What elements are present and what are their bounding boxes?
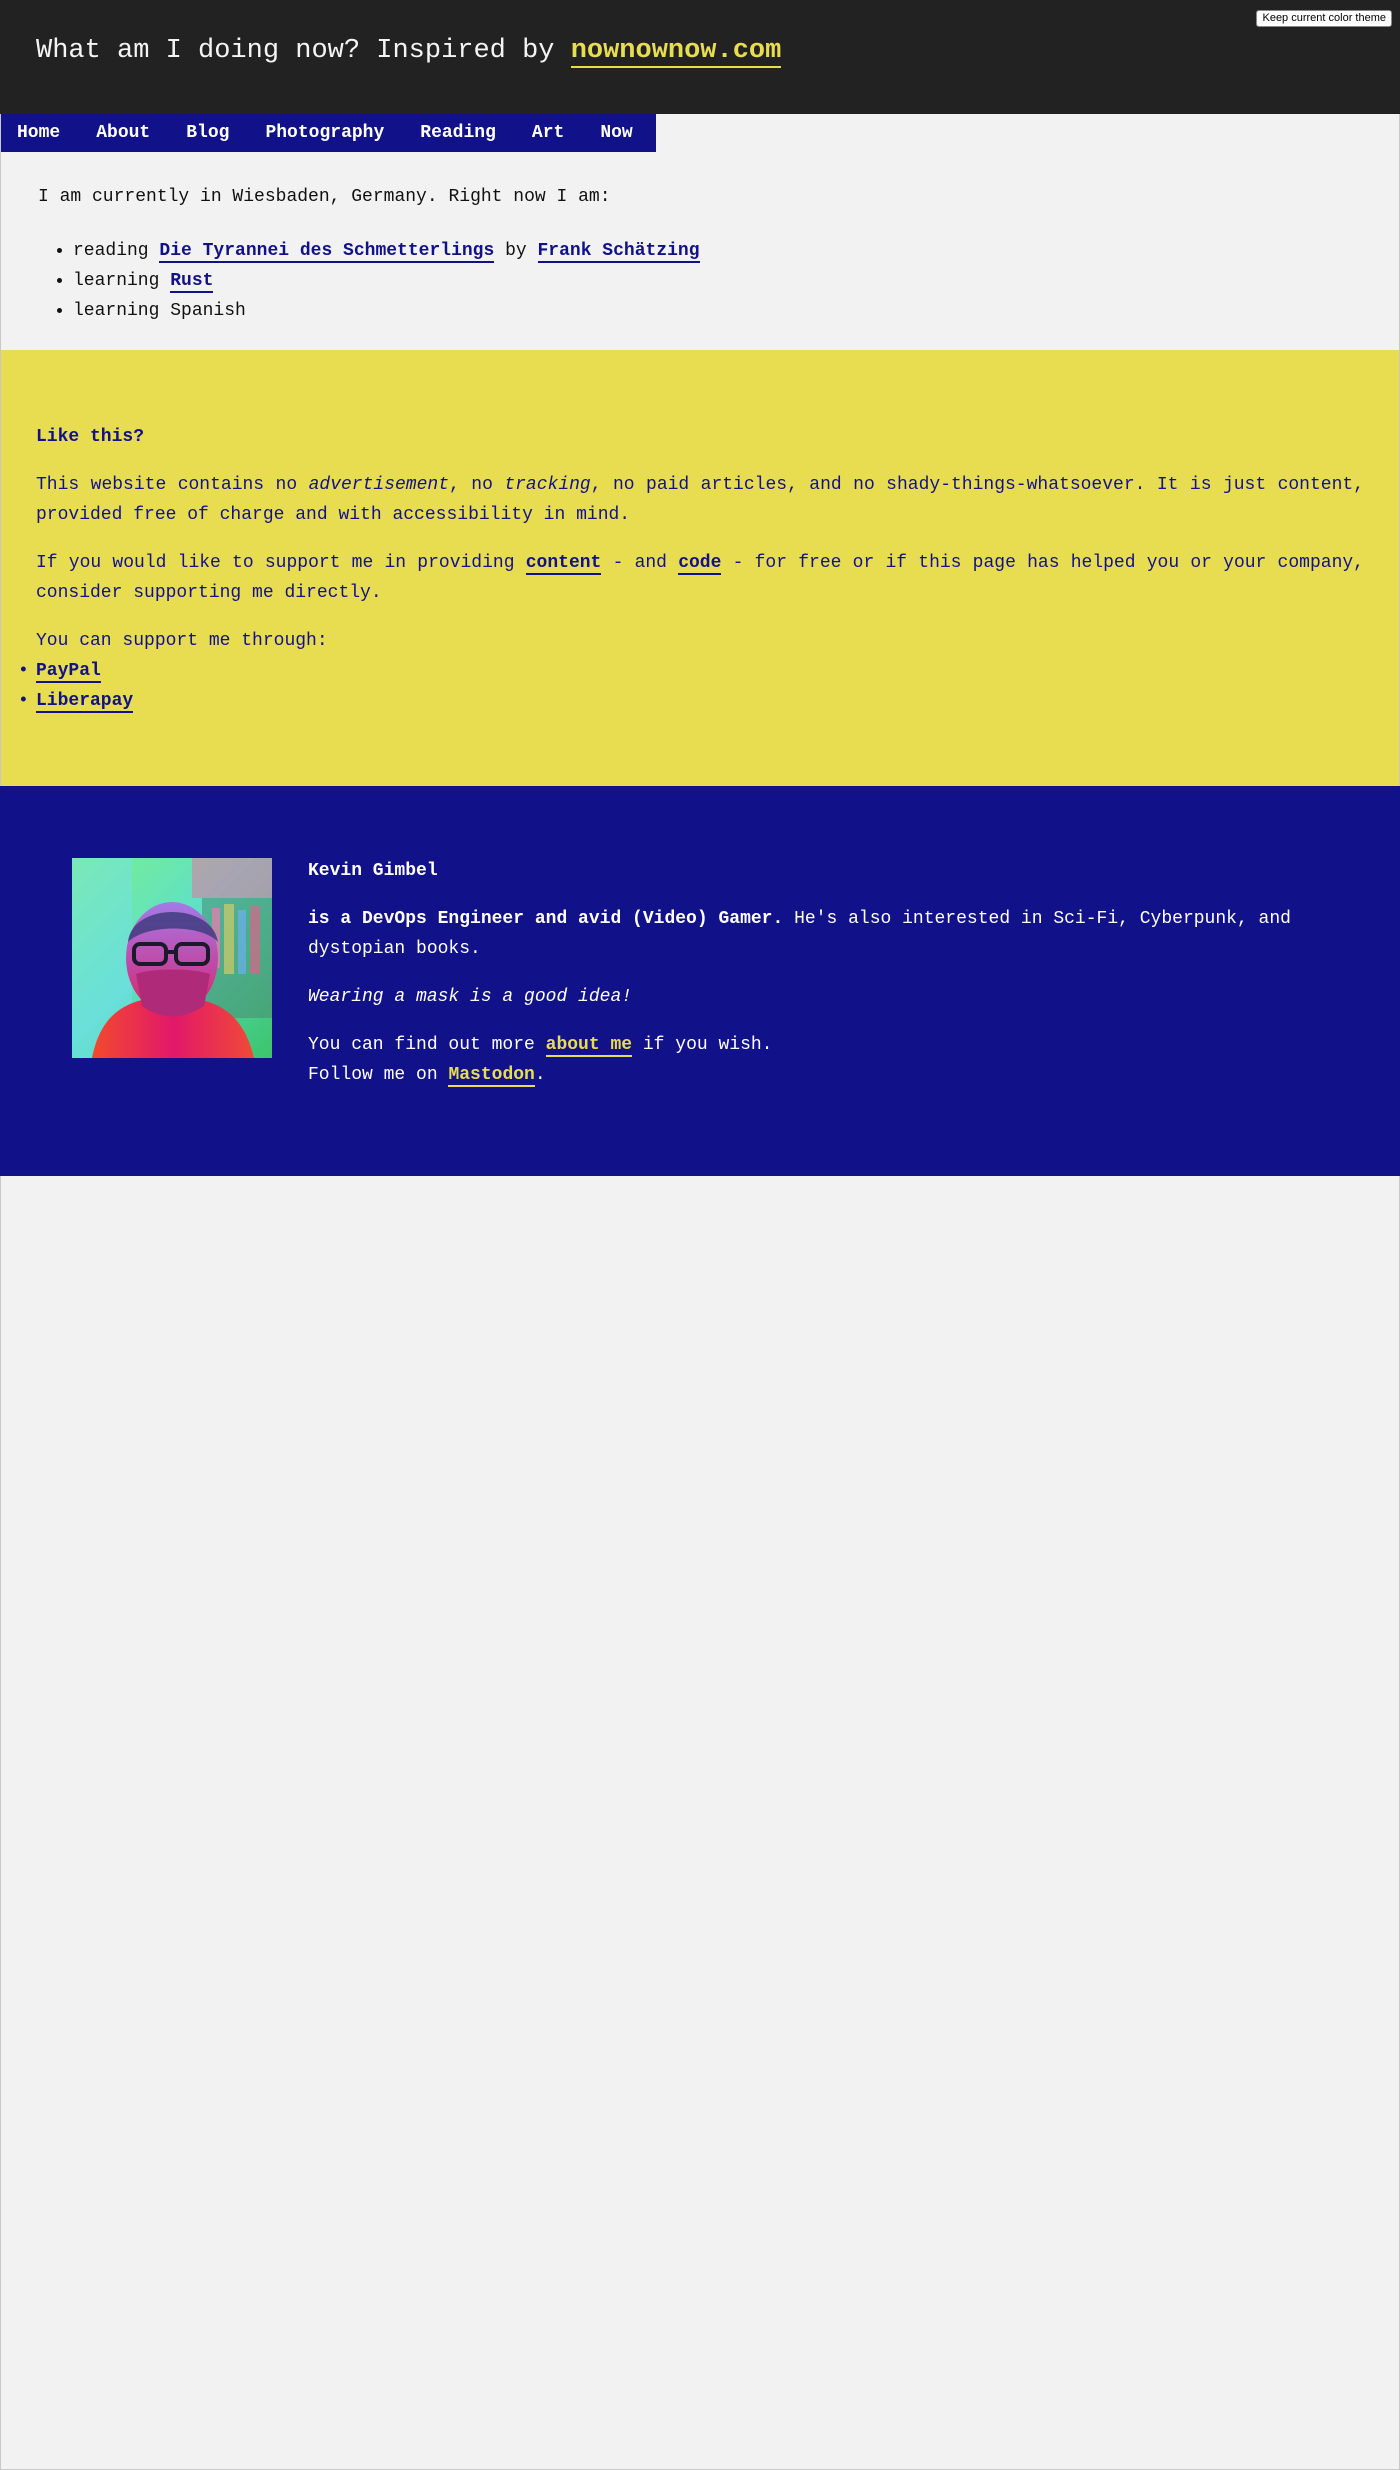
liberapay-link[interactable]: Liberapay	[36, 691, 134, 713]
author-description: is a DevOps Engineer and avid (Video) Ga…	[308, 904, 1292, 964]
author-section: Kevin Gimbel is a DevOps Engineer and av…	[0, 786, 1400, 1176]
nownownow-link[interactable]: nownownow.com	[570, 36, 782, 68]
list-item: learning Spanish	[73, 296, 1362, 326]
text: You can find out more	[308, 1035, 546, 1055]
emphasis: tracking	[504, 475, 591, 495]
emphasis: advertisement	[308, 475, 450, 495]
list-item: learning Rust	[73, 266, 1362, 296]
mask-note-text: Wearing a mask is a good idea!	[308, 987, 633, 1007]
author-links: You can find out more about me if you wi…	[308, 1030, 1292, 1090]
author-name: Kevin Gimbel	[308, 861, 438, 881]
support-options-list: PayPal Liberapay	[18, 656, 1364, 716]
site-header: Keep current color theme What am I doing…	[0, 0, 1400, 114]
nav-item-now[interactable]: Now	[582, 123, 632, 143]
page-title-text: What am I doing now? Inspired by	[36, 36, 571, 66]
main-nav: Home About Blog Photography Reading Art …	[0, 114, 656, 152]
nav-item-reading[interactable]: Reading	[402, 123, 496, 143]
now-item-prefix: learning	[73, 271, 171, 291]
nav-item-blog[interactable]: Blog	[168, 123, 229, 143]
author-bio: Kevin Gimbel is a DevOps Engineer and av…	[308, 856, 1292, 1108]
nav-item-photography[interactable]: Photography	[247, 123, 384, 143]
avatar	[72, 858, 272, 1058]
keep-color-theme-button[interactable]: Keep current color theme	[1256, 10, 1392, 27]
text: if you wish.	[632, 1035, 773, 1055]
now-list: reading Die Tyrannei des Schmetterlings …	[38, 236, 1362, 326]
support-paragraph-3: You can support me through:	[36, 631, 328, 651]
text: .	[534, 1065, 546, 1085]
content-link[interactable]: content	[525, 553, 602, 575]
rust-link[interactable]: Rust	[170, 271, 214, 293]
list-item: reading Die Tyrannei des Schmetterlings …	[73, 236, 1362, 266]
avatar-image	[72, 858, 272, 1058]
text: , no	[449, 475, 505, 495]
list-item: Liberapay	[18, 686, 1364, 716]
now-intro: I am currently in Wiesbaden, Germany. Ri…	[38, 187, 611, 207]
author-link[interactable]: Frank Schätzing	[537, 241, 700, 263]
nav-item-home[interactable]: Home	[0, 123, 60, 143]
list-item: PayPal	[18, 656, 1364, 686]
mask-note: Wearing a mask is a good idea!	[308, 982, 1292, 1012]
mastodon-link[interactable]: Mastodon	[448, 1065, 535, 1087]
now-item-middle: by	[494, 241, 538, 261]
paypal-link[interactable]: PayPal	[36, 661, 101, 683]
support-heading: Like this?	[36, 427, 145, 447]
about-me-link[interactable]: about me	[545, 1035, 633, 1057]
text: If you would like to support me in provi…	[36, 553, 526, 573]
author-role: is a DevOps Engineer and avid (Video) Ga…	[308, 909, 784, 929]
now-section: I am currently in Wiesbaden, Germany. Ri…	[0, 152, 1400, 350]
support-section: Like this? This website contains no adve…	[0, 350, 1400, 786]
support-paragraph-1: This website contains no advertisement, …	[36, 470, 1364, 530]
text: - and	[601, 553, 679, 573]
text: Follow me on	[308, 1065, 449, 1085]
code-link[interactable]: code	[678, 553, 722, 575]
nav-item-about[interactable]: About	[78, 123, 150, 143]
support-paragraph-2: If you would like to support me in provi…	[36, 548, 1364, 608]
book-link[interactable]: Die Tyrannei des Schmetterlings	[159, 241, 495, 263]
text: This website contains no	[36, 475, 309, 495]
now-item-prefix: reading	[73, 241, 160, 261]
page-title: What am I doing now? Inspired by nownown…	[36, 36, 782, 68]
nav-item-art[interactable]: Art	[514, 123, 564, 143]
